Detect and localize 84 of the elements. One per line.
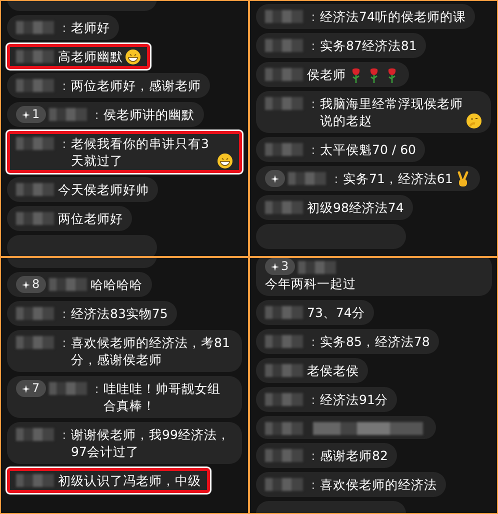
- blurred-username: [298, 261, 336, 274]
- blurred-username: [48, 382, 87, 395]
- blurred-username: [16, 474, 54, 487]
- message-text: 两位老师好: [58, 210, 123, 227]
- message-text: 实务87经济法81: [320, 37, 417, 54]
- name-separator: ：: [58, 19, 71, 36]
- message-text: 老候我看你的串讲只有3天就过了: [71, 135, 210, 169]
- message-text: 实务71，经济法61: [343, 170, 453, 187]
- name-separator: ：: [90, 380, 104, 397]
- blurred-username: [265, 306, 303, 319]
- name-separator: ：: [330, 170, 343, 187]
- name-separator: ：: [90, 106, 104, 123]
- blurred-username: [16, 183, 54, 196]
- sparkle-icon: [22, 110, 30, 118]
- message-text: 感谢老师82: [320, 447, 388, 464]
- blurred-username: [16, 79, 54, 92]
- blurred-username: [265, 97, 303, 110]
- blurred-username: [48, 278, 87, 291]
- message-text: 高老师幽默: [58, 48, 123, 65]
- message-text: 侯老师讲的幽默: [104, 106, 195, 123]
- message-text: 喜欢候老师的经济法，考81分，感谢侯老师: [71, 334, 231, 368]
- blurred-username: [265, 335, 303, 348]
- name-separator: ：: [58, 334, 71, 351]
- blurred-username: [48, 108, 87, 121]
- grinning-face-icon: [217, 153, 233, 169]
- blurred-username: [265, 39, 303, 52]
- message-text: 侯老师: [307, 66, 346, 83]
- message-text: 实务85，经济法78: [320, 333, 430, 350]
- sparkle-icon: [271, 174, 279, 182]
- thinking-face-icon: [466, 113, 482, 129]
- name-separator: ：: [58, 77, 71, 94]
- message-text: 老师好: [71, 19, 110, 36]
- message-text: 我脑海里经常浮现侯老师说的老赵: [320, 95, 464, 129]
- message-text: 哈哈哈哈: [90, 276, 143, 293]
- sparkle-icon: [271, 262, 279, 270]
- message-text: 今年两科一起过: [265, 275, 356, 292]
- message-text: 太平侯魁70 / 60: [320, 141, 416, 158]
- blurred-username: [265, 68, 303, 81]
- message-text: 经济法83实物75: [71, 305, 168, 322]
- message-text: 老侯老侯: [307, 362, 359, 379]
- message-text: 73、74分: [307, 304, 365, 321]
- name-separator: ：: [307, 391, 320, 408]
- badge-count: 7: [32, 380, 40, 397]
- name-separator: ：: [307, 37, 320, 54]
- message-text: 经济法74听的侯老师的课: [320, 8, 466, 25]
- blurred-username: [265, 143, 303, 156]
- blurred-username: [265, 364, 303, 377]
- message-text: 哇哇哇！帅哥靓女组合真棒！: [104, 380, 222, 414]
- blurred-username: [265, 393, 303, 406]
- name-separator: ：: [307, 333, 320, 350]
- name-separator: ：: [58, 426, 71, 443]
- blurred-username: [265, 449, 303, 462]
- message-text: 初级认识了冯老师，中级: [58, 472, 201, 489]
- badge-count: 3: [281, 258, 289, 275]
- grinning-face-icon: [125, 49, 141, 65]
- blurred-username: [16, 21, 54, 34]
- message-text: 今天侯老师好帅: [58, 181, 149, 198]
- message-text: 初级98经济法74: [307, 199, 404, 216]
- name-separator: ：: [307, 95, 320, 112]
- blurred-username: [265, 478, 303, 491]
- message-text: 两位老师好，感谢老师: [71, 77, 201, 94]
- message-text: 喜欢侯老师的经济法: [320, 476, 437, 493]
- sparkle-icon: [22, 280, 30, 288]
- blurred-username: [16, 428, 54, 441]
- blurred-username: [16, 307, 54, 320]
- blurred-username: [265, 201, 303, 214]
- name-separator: ：: [307, 141, 320, 158]
- name-separator: ：: [307, 476, 320, 493]
- message-text: 谢谢候老师，我99经济法，97会计过了: [71, 426, 231, 460]
- badge-count: 1: [32, 106, 40, 123]
- name-separator: ：: [307, 447, 320, 464]
- blurred-username: [288, 172, 326, 185]
- sparkle-icon: [22, 384, 30, 392]
- blurred-username: [16, 137, 54, 150]
- blurred-username: [16, 336, 54, 349]
- name-separator: ：: [307, 8, 320, 25]
- badge-count: 8: [32, 276, 40, 293]
- blurred-username: [16, 212, 54, 225]
- message-text: 经济法91分: [320, 391, 388, 408]
- blurred-username: [265, 422, 303, 435]
- blurred-username: [16, 50, 54, 63]
- blurred-username: [265, 10, 303, 23]
- name-separator: ：: [58, 305, 71, 322]
- name-separator: ：: [58, 135, 71, 152]
